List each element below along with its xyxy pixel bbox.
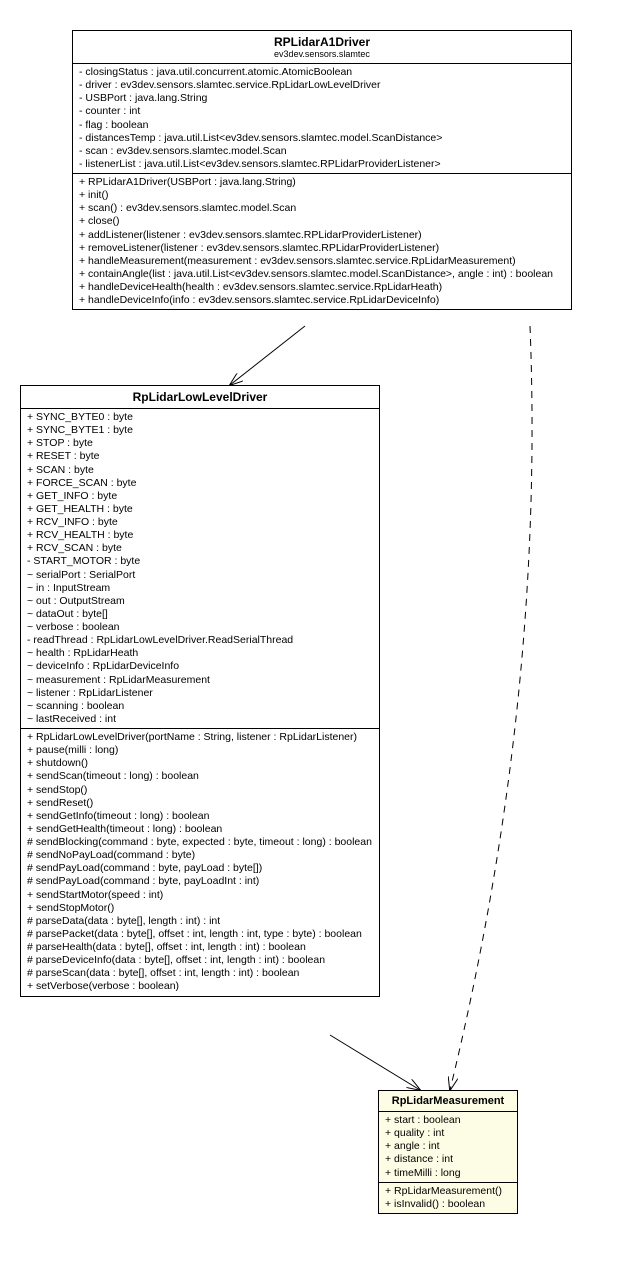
uml-member: ~ out : OutputStream <box>27 595 373 608</box>
uml-member: # sendBlocking(command : byte, expected … <box>27 836 373 849</box>
uml-member: ~ verbose : boolean <box>27 621 373 634</box>
uml-member: # sendPayLoad(command : byte, payLoad : … <box>27 862 373 875</box>
dep-a1-to-measurement <box>450 326 532 1090</box>
uml-member: ~ listener : RpLidarListener <box>27 687 373 700</box>
uml-member: - distancesTemp : java.util.List<ev3dev.… <box>79 132 565 145</box>
uml-member: + distance : int <box>385 1153 511 1166</box>
uml-member: + handleDeviceHealth(health : ev3dev.sen… <box>79 281 565 294</box>
uml-member: + timeMilli : long <box>385 1167 511 1180</box>
uml-member: + RCV_INFO : byte <box>27 516 373 529</box>
uml-member: + sendScan(timeout : long) : boolean <box>27 770 373 783</box>
class-rplidar-lowlevel-driver: RpLidarLowLevelDriver + SYNC_BYTE0 : byt… <box>20 385 380 997</box>
uml-member: - flag : boolean <box>79 119 565 132</box>
class-package: ev3dev.sensors.slamtec <box>79 49 565 59</box>
methods-section: + RpLidarMeasurement()+ isInvalid() : bo… <box>379 1183 517 1213</box>
uml-member: + FORCE_SCAN : byte <box>27 477 373 490</box>
class-rplidar-measurement: RpLidarMeasurement + start : boolean+ qu… <box>378 1090 518 1214</box>
uml-member: - counter : int <box>79 105 565 118</box>
class-header: RpLidarMeasurement <box>379 1091 517 1112</box>
uml-member: ~ scanning : boolean <box>27 700 373 713</box>
uml-member: + close() <box>79 215 565 228</box>
uml-member: + sendGetInfo(timeout : long) : boolean <box>27 810 373 823</box>
uml-member: # parseDeviceInfo(data : byte[], offset … <box>27 954 373 967</box>
uml-member: - driver : ev3dev.sensors.slamtec.servic… <box>79 79 565 92</box>
uml-member: ~ deviceInfo : RpLidarDeviceInfo <box>27 660 373 673</box>
uml-member: + GET_HEALTH : byte <box>27 503 373 516</box>
methods-section: + RPLidarA1Driver(USBPort : java.lang.St… <box>73 174 571 309</box>
uml-member: # parseData(data : byte[], length : int)… <box>27 915 373 928</box>
uml-member: - USBPort : java.lang.String <box>79 92 565 105</box>
uml-member: + handleDeviceInfo(info : ev3dev.sensors… <box>79 294 565 307</box>
class-name: RpLidarMeasurement <box>385 1095 511 1107</box>
uml-member: + RpLidarLowLevelDriver(portName : Strin… <box>27 731 373 744</box>
class-header: RpLidarLowLevelDriver <box>21 386 379 409</box>
uml-member: ~ lastReceived : int <box>27 713 373 726</box>
uml-member: + sendStartMotor(speed : int) <box>27 889 373 902</box>
class-name: RpLidarLowLevelDriver <box>27 390 373 404</box>
uml-member: # parseScan(data : byte[], offset : int,… <box>27 967 373 980</box>
uml-member: + addListener(listener : ev3dev.sensors.… <box>79 229 565 242</box>
uml-member: ~ in : InputStream <box>27 582 373 595</box>
uml-member: + angle : int <box>385 1140 511 1153</box>
uml-member: + removeListener(listener : ev3dev.senso… <box>79 242 565 255</box>
uml-member: + sendReset() <box>27 797 373 810</box>
uml-member: + SYNC_BYTE0 : byte <box>27 411 373 424</box>
uml-member: - START_MOTOR : byte <box>27 555 373 568</box>
class-header: RPLidarA1Driver ev3dev.sensors.slamtec <box>73 31 571 64</box>
fields-section: + SYNC_BYTE0 : byte+ SYNC_BYTE1 : byte+ … <box>21 409 379 729</box>
uml-member: + isInvalid() : boolean <box>385 1198 511 1211</box>
uml-member: # parseHealth(data : byte[], offset : in… <box>27 941 373 954</box>
uml-member: - listenerList : java.util.List<ev3dev.s… <box>79 158 565 171</box>
uml-member: + GET_INFO : byte <box>27 490 373 503</box>
uml-member: + start : boolean <box>385 1114 511 1127</box>
uml-member: + setVerbose(verbose : boolean) <box>27 980 373 993</box>
uml-member: + pause(milli : long) <box>27 744 373 757</box>
uml-member: + sendStop() <box>27 784 373 797</box>
uml-member: + RCV_HEALTH : byte <box>27 529 373 542</box>
class-rplidar-a1-driver: RPLidarA1Driver ev3dev.sensors.slamtec -… <box>72 30 572 310</box>
fields-section: - closingStatus : java.util.concurrent.a… <box>73 64 571 174</box>
uml-member: + RESET : byte <box>27 450 373 463</box>
uml-member: + quality : int <box>385 1127 511 1140</box>
uml-member: + RCV_SCAN : byte <box>27 542 373 555</box>
uml-member: + SCAN : byte <box>27 464 373 477</box>
uml-member: + init() <box>79 189 565 202</box>
uml-member: + shutdown() <box>27 757 373 770</box>
uml-member: ~ health : RpLidarHeath <box>27 647 373 660</box>
assoc-lowlevel-to-measurement <box>330 1035 420 1090</box>
uml-member: ~ dataOut : byte[] <box>27 608 373 621</box>
uml-member: + handleMeasurement(measurement : ev3dev… <box>79 255 565 268</box>
uml-member: ~ serialPort : SerialPort <box>27 569 373 582</box>
uml-member: # parsePacket(data : byte[], offset : in… <box>27 928 373 941</box>
uml-member: + sendGetHealth(timeout : long) : boolea… <box>27 823 373 836</box>
uml-member: + RPLidarA1Driver(USBPort : java.lang.St… <box>79 176 565 189</box>
methods-section: + RpLidarLowLevelDriver(portName : Strin… <box>21 729 379 996</box>
assoc-a1-to-lowlevel <box>230 326 305 385</box>
uml-member: # sendNoPayLoad(command : byte) <box>27 849 373 862</box>
uml-member: + sendStopMotor() <box>27 902 373 915</box>
uml-member: + RpLidarMeasurement() <box>385 1185 511 1198</box>
class-name: RPLidarA1Driver <box>79 35 565 49</box>
uml-member: + SYNC_BYTE1 : byte <box>27 424 373 437</box>
uml-member: + STOP : byte <box>27 437 373 450</box>
uml-member: # sendPayLoad(command : byte, payLoadInt… <box>27 875 373 888</box>
uml-member: - readThread : RpLidarLowLevelDriver.Rea… <box>27 634 373 647</box>
uml-member: - scan : ev3dev.sensors.slamtec.model.Sc… <box>79 145 565 158</box>
uml-member: - closingStatus : java.util.concurrent.a… <box>79 66 565 79</box>
fields-section: + start : boolean+ quality : int+ angle … <box>379 1112 517 1183</box>
uml-member: + scan() : ev3dev.sensors.slamtec.model.… <box>79 202 565 215</box>
uml-member: + containAngle(list : java.util.List<ev3… <box>79 268 565 281</box>
uml-member: ~ measurement : RpLidarMeasurement <box>27 674 373 687</box>
